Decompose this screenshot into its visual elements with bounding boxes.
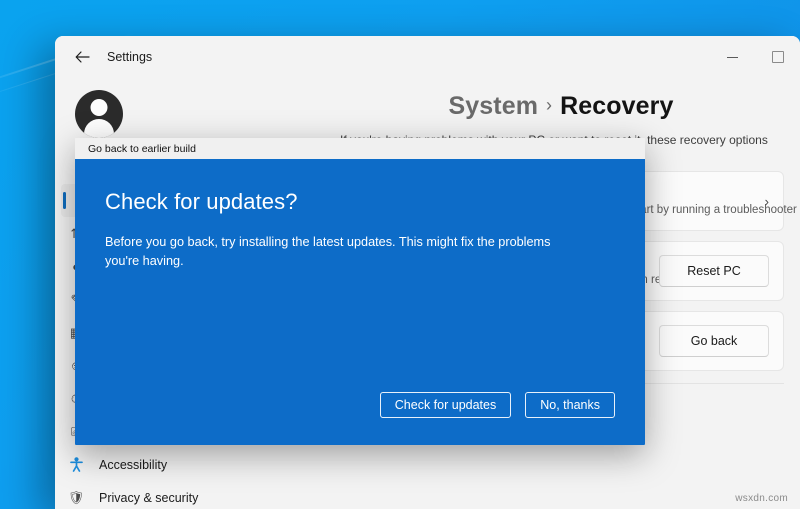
dialog-actions: Check for updates No, thanks xyxy=(379,392,615,418)
dialog-message: Before you go back, try installing the l… xyxy=(105,235,551,269)
shield-icon: 🛡 xyxy=(67,489,85,505)
window-controls xyxy=(710,36,800,78)
breadcrumb-parent[interactable]: System xyxy=(448,92,538,120)
minimize-icon[interactable] xyxy=(710,36,755,78)
go-back-button[interactable]: Go back xyxy=(659,325,769,357)
breadcrumb-current: Recovery xyxy=(560,92,674,120)
desktop-background: Settings ▯ System ⇅ xyxy=(0,0,800,509)
go-back-dialog: Go back to earlier build Check for updat… xyxy=(75,138,645,445)
maximize-icon[interactable] xyxy=(755,36,800,78)
reset-pc-button[interactable]: Reset PC xyxy=(659,255,769,287)
window-title: Settings xyxy=(107,50,153,64)
check-for-updates-button[interactable]: Check for updates xyxy=(379,392,512,418)
sidebar-item-accessibility[interactable]: Accessibility xyxy=(55,448,322,481)
no-thanks-button[interactable]: No, thanks xyxy=(525,392,615,418)
window-title-bar: Settings xyxy=(55,36,800,78)
back-arrow-icon[interactable] xyxy=(69,44,95,70)
dialog-heading: Check for updates? xyxy=(105,189,298,214)
dialog-title-bar: Go back to earlier build xyxy=(75,138,645,159)
chevron-right-icon[interactable]: › xyxy=(765,194,769,209)
sidebar-item-label: Privacy & security xyxy=(99,490,199,505)
dialog-body: Check for updates? Before you go back, t… xyxy=(75,159,645,445)
breadcrumb: System › Recovery xyxy=(322,78,800,121)
breadcrumb-separator-icon: › xyxy=(546,95,553,115)
sidebar-item-privacy-security[interactable]: 🛡 Privacy & security xyxy=(55,481,322,509)
user-avatar-icon xyxy=(75,90,123,138)
sidebar-item-label: Accessibility xyxy=(99,457,168,472)
account-row[interactable] xyxy=(55,82,322,142)
accessibility-icon xyxy=(65,456,87,474)
watermark: wsxdn.com xyxy=(735,493,788,504)
